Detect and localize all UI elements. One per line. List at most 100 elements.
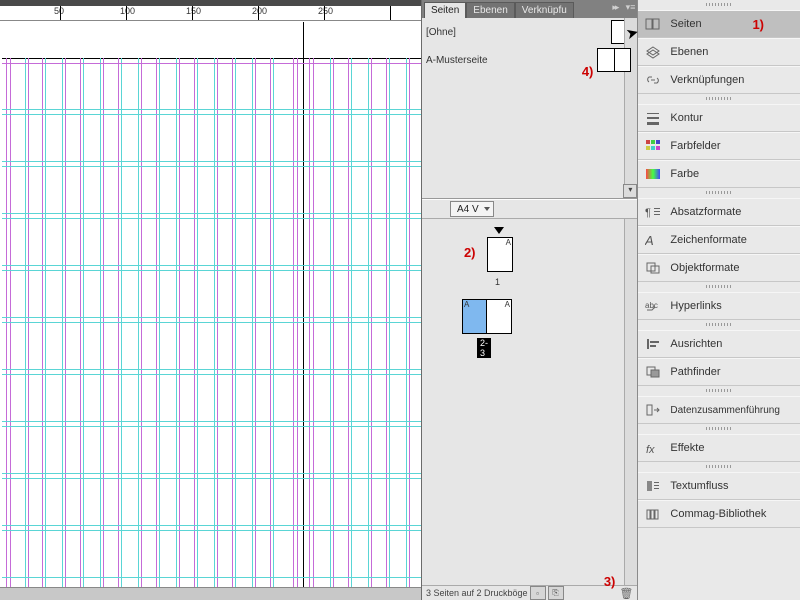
ruler-label: 250	[318, 6, 333, 16]
master-label: [Ohne]	[426, 27, 456, 38]
page-thumb-1[interactable]: A	[487, 237, 513, 272]
sidebar-item-label: Hyperlinks	[670, 300, 721, 312]
sidebar-item-label: Datenzusammenführung	[670, 405, 780, 416]
sidebar-item-label: Absatzformate	[670, 206, 741, 218]
page-size-bar: A4 V	[422, 199, 637, 219]
tab-ebenen[interactable]: Ebenen	[466, 2, 514, 19]
sidebar-item-label: Farbfelder	[670, 140, 720, 152]
horizontal-ruler[interactable]: 50 100 150 200 250	[0, 6, 421, 21]
paragraph-styles-icon: ¶	[644, 204, 662, 220]
sidebar-item-label: Commag-Bibliothek	[670, 508, 766, 520]
master-page-list[interactable]: [Ohne] A-Musterseite 4) ▾	[422, 18, 637, 199]
sidebar-item-label: Verknüpfungen	[670, 74, 744, 86]
scrollbar[interactable]	[624, 219, 637, 585]
svg-text:¶: ¶	[645, 207, 651, 219]
spread-label: 2-3	[477, 338, 491, 358]
dock-grip[interactable]	[638, 188, 800, 198]
dock-grip[interactable]	[638, 94, 800, 104]
dock-grip[interactable]	[638, 282, 800, 292]
links-icon	[644, 72, 662, 88]
sidebar-item-label: Effekte	[670, 442, 704, 454]
doc-statusbar	[0, 587, 421, 600]
page-size-select[interactable]: A4 V	[450, 201, 494, 217]
character-styles-icon: A	[644, 232, 662, 248]
annotation-1: 1)	[752, 17, 764, 32]
master-row-a[interactable]: A-Musterseite	[422, 46, 637, 74]
start-marker-icon	[494, 227, 504, 234]
align-icon	[644, 336, 662, 352]
tab-seiten[interactable]: Seiten	[424, 2, 466, 19]
master-indicator: A	[505, 300, 510, 309]
dock-grip[interactable]	[638, 386, 800, 396]
master-label: A-Musterseite	[426, 55, 488, 66]
page-size-value: A4 V	[457, 204, 479, 215]
tab-verknuepfungen[interactable]: Verknüpfu	[515, 2, 574, 19]
dock-grip[interactable]	[638, 462, 800, 472]
sidebar-item-ausrichten[interactable]: Ausrichten	[638, 330, 800, 358]
sidebar-item-farbfelder[interactable]: Farbfelder	[638, 132, 800, 160]
ruler-label: 100	[120, 6, 135, 16]
sidebar-item-pathfinder[interactable]: Pathfinder	[638, 358, 800, 386]
effects-icon: fx	[644, 440, 662, 456]
text-wrap-icon	[644, 478, 662, 494]
sidebar-item-effekte[interactable]: fx Effekte	[638, 434, 800, 462]
dock-grip[interactable]	[638, 0, 800, 10]
ruler-label: 200	[252, 6, 267, 16]
panel-menu-icon[interactable]: ▾≡	[626, 2, 636, 13]
sidebar-item-label: Seiten	[670, 18, 701, 30]
sidebar-item-textumfluss[interactable]: Textumfluss	[638, 472, 800, 500]
dock-grip[interactable]	[638, 424, 800, 434]
new-page-button[interactable]: ⎘	[548, 586, 564, 600]
sidebar-item-seiten[interactable]: Seiten 1)	[638, 10, 800, 38]
collapse-panel-icon[interactable]: ▸▸	[612, 2, 617, 13]
sidebar-item-label: Textumfluss	[670, 480, 728, 492]
scroll-down-icon[interactable]: ▾	[623, 184, 637, 198]
annotation-4: 4)	[582, 64, 594, 79]
sidebar-item-label: Kontur	[670, 112, 702, 124]
sidebar-item-hyperlinks[interactable]: abc Hyperlinks	[638, 292, 800, 320]
page-thumb-2[interactable]: A	[462, 299, 487, 334]
right-dock: Seiten 1) Ebenen Verknüpfungen Kontur Fa…	[637, 0, 800, 600]
trash-icon[interactable]: 🗑	[619, 587, 633, 600]
data-merge-icon	[644, 402, 662, 418]
pages-icon	[644, 16, 662, 32]
page-number: 1	[495, 277, 500, 287]
object-styles-icon	[644, 260, 662, 276]
svg-text:abc: abc	[645, 301, 658, 310]
pages-area[interactable]: A 1 2) A A 2-3	[422, 219, 637, 585]
master-thumb-a	[597, 48, 631, 72]
master-indicator: A	[506, 238, 511, 247]
master-row-none[interactable]: [Ohne]	[422, 18, 637, 46]
ruler-label: 50	[54, 6, 64, 16]
sidebar-item-datenzusammenfuehrung[interactable]: Datenzusammenführung	[638, 396, 800, 424]
document-canvas[interactable]: 50 100 150 200 250	[0, 0, 421, 600]
stroke-icon	[644, 110, 662, 126]
sidebar-item-ebenen[interactable]: Ebenen	[638, 38, 800, 66]
sidebar-item-verknuepfungen[interactable]: Verknüpfungen	[638, 66, 800, 94]
scrollbar[interactable]	[624, 18, 637, 198]
annotation-3: 3)	[604, 574, 616, 589]
sidebar-item-bibliothek[interactable]: Commag-Bibliothek	[638, 500, 800, 528]
sidebar-item-label: Farbe	[670, 168, 699, 180]
master-indicator: A	[464, 300, 469, 309]
layers-icon	[644, 44, 662, 60]
page-count-text: 3 Seiten auf 2 Druckböge	[426, 588, 528, 598]
sidebar-item-label: Zeichenformate	[670, 234, 746, 246]
pages-panel-status: 3 Seiten auf 2 Druckböge ▫ ⎘ 3) 🗑	[422, 585, 637, 600]
sidebar-item-kontur[interactable]: Kontur	[638, 104, 800, 132]
sidebar-item-objektformate[interactable]: Objektformate	[638, 254, 800, 282]
sidebar-item-farbe[interactable]: Farbe	[638, 160, 800, 188]
edit-page-size-button[interactable]: ▫	[530, 586, 546, 600]
sidebar-item-zeichenformate[interactable]: A Zeichenformate	[638, 226, 800, 254]
sidebar-item-absatzformate[interactable]: ¶ Absatzformate	[638, 198, 800, 226]
color-icon	[644, 166, 662, 182]
dock-grip[interactable]	[638, 320, 800, 330]
svg-text:fx: fx	[646, 444, 655, 455]
library-icon	[644, 506, 662, 522]
hyperlinks-icon: abc	[644, 298, 662, 314]
sidebar-item-label: Objektformate	[670, 262, 739, 274]
swatches-icon	[644, 138, 662, 154]
pathfinder-icon	[644, 364, 662, 380]
page-thumb-3[interactable]: A	[486, 299, 512, 334]
sidebar-item-label: Pathfinder	[670, 366, 720, 378]
